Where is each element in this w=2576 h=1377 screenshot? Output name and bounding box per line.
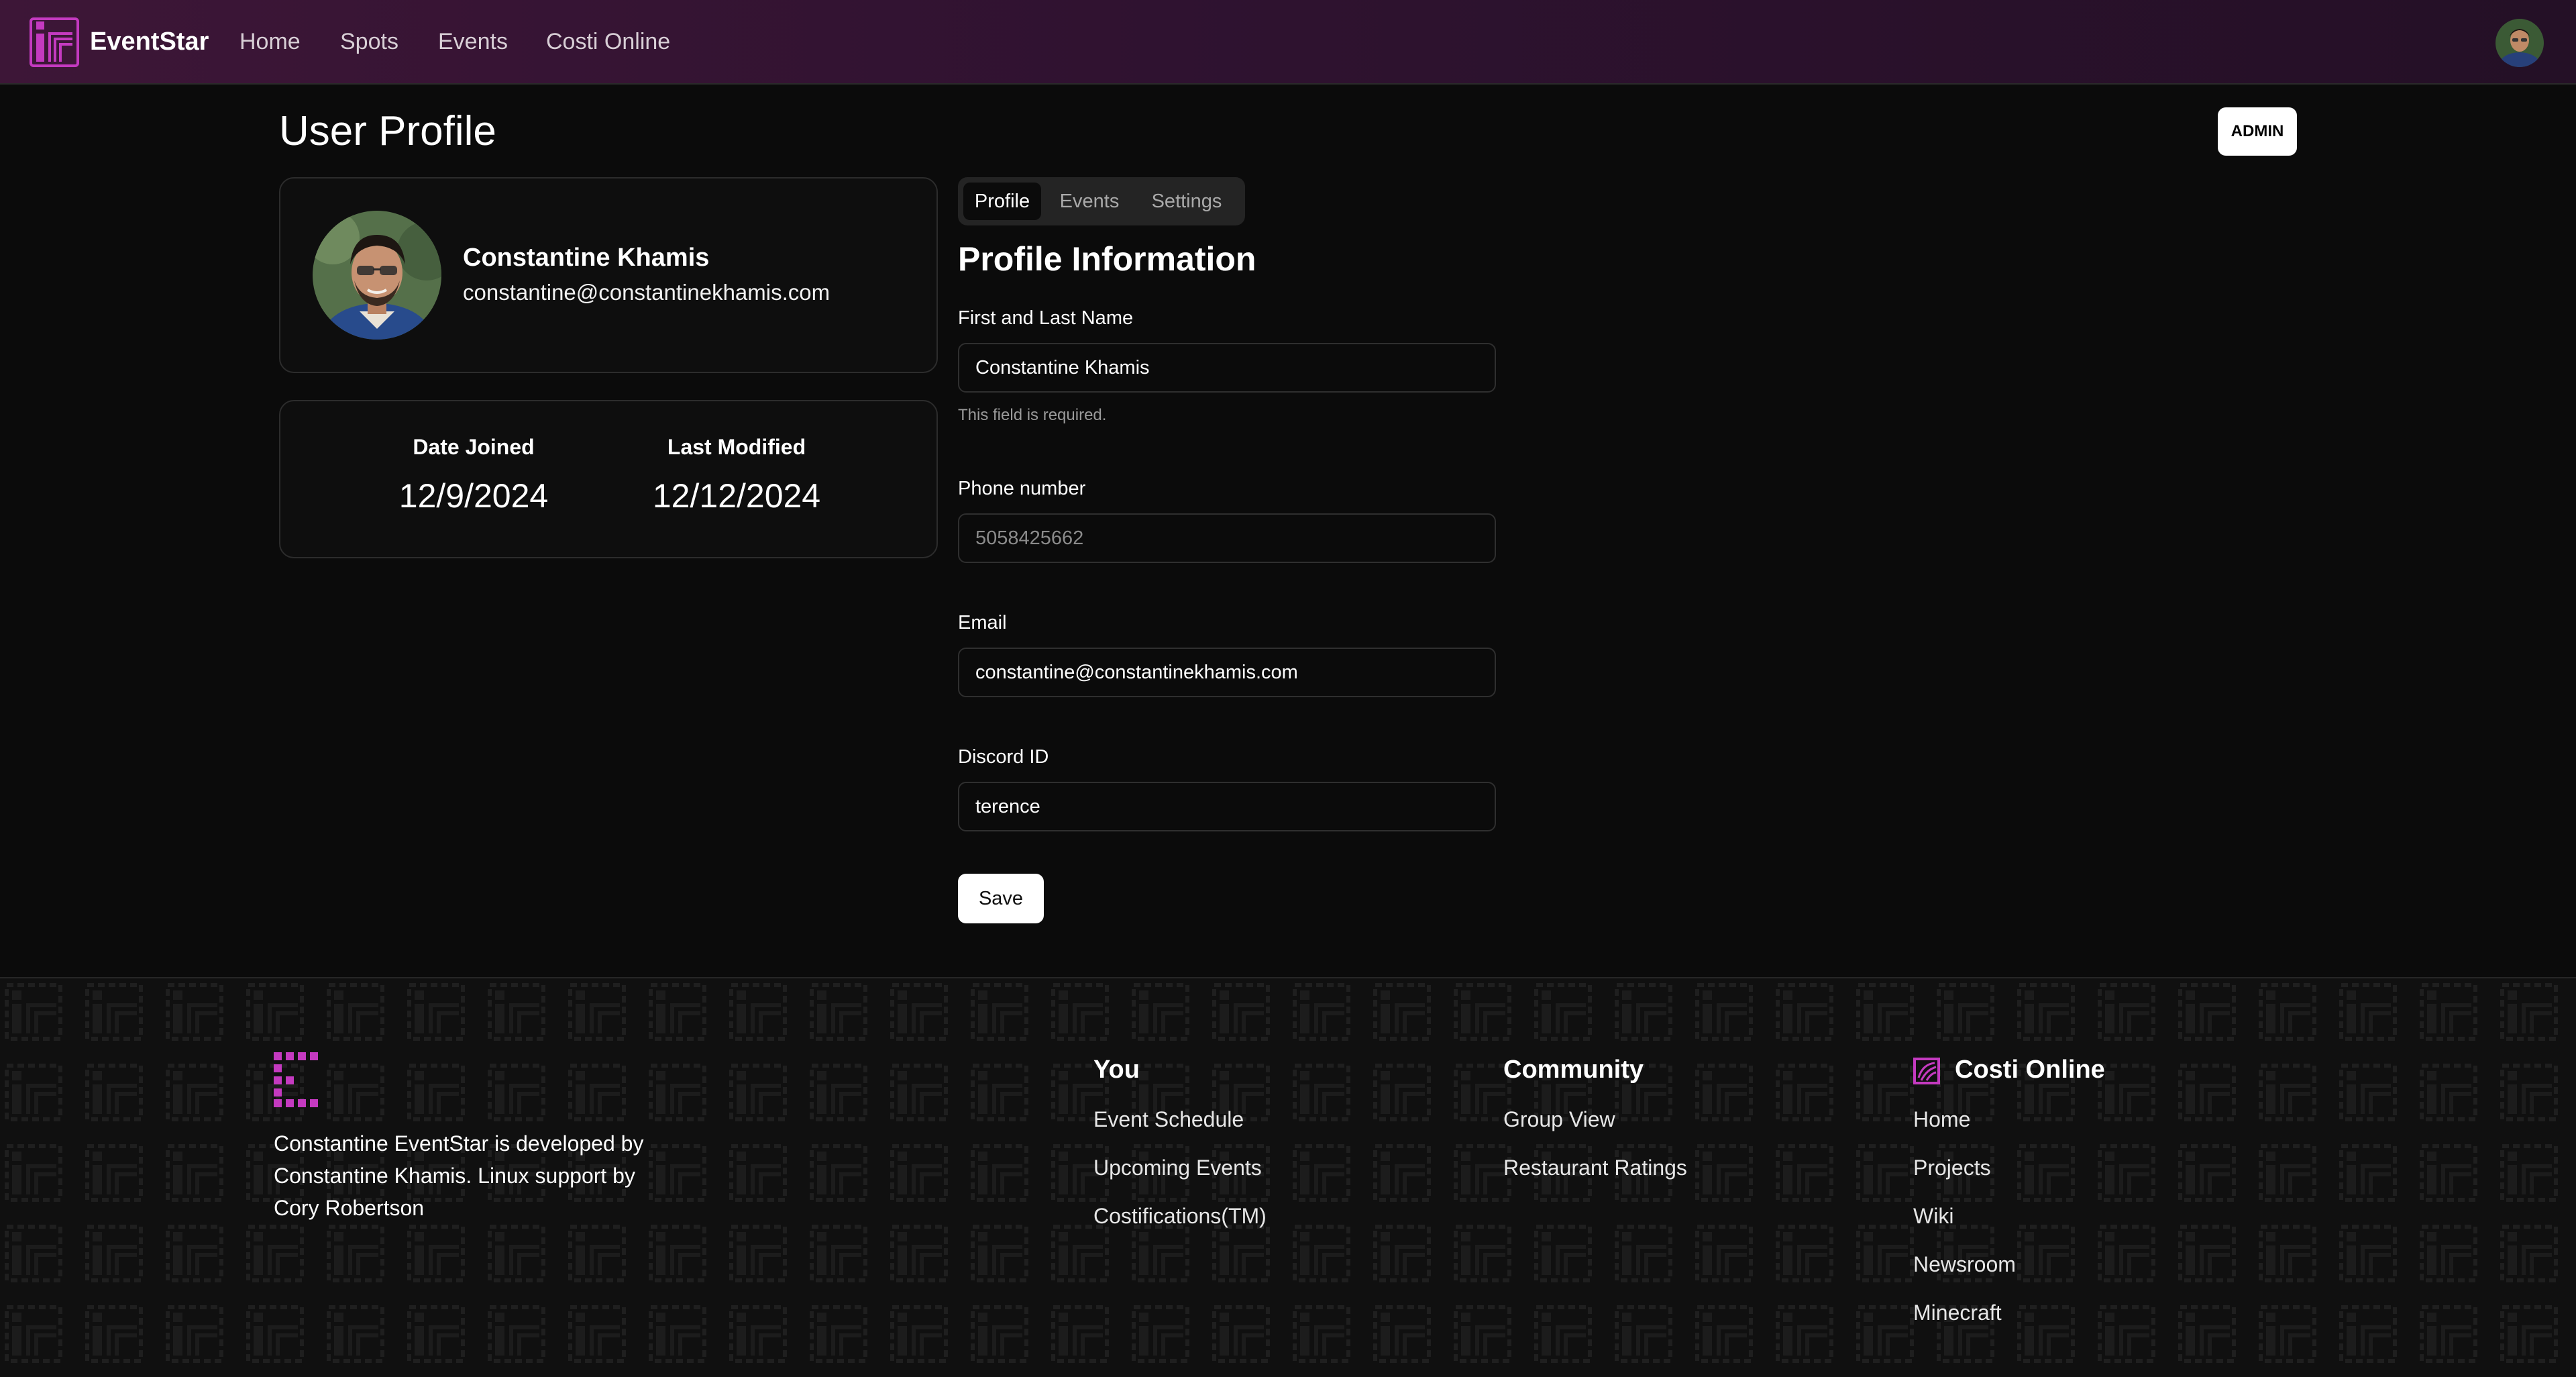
footer-link-projects[interactable]: Projects [1913, 1154, 1991, 1181]
footer-link-group-view[interactable]: Group View [1503, 1106, 1615, 1133]
user-avatar-icon[interactable] [2496, 19, 2544, 67]
footer-logo-icon [274, 1052, 318, 1107]
last-modified-value: 12/12/2024 [652, 477, 821, 515]
footer-link-newsroom[interactable]: Newsroom [1913, 1251, 2016, 1278]
nav-spots[interactable]: Spots [340, 27, 398, 56]
name-required-hint: This field is required. [958, 406, 1107, 424]
account-dates-card: Date Joined 12/9/2024 Last Modified 12/1… [279, 400, 938, 558]
footer-about-text: Constantine EventStar is developed by Co… [274, 1131, 644, 1220]
nav-home[interactable]: Home [239, 27, 301, 56]
footer-heading-costi-online: Costi Online [1955, 1056, 2105, 1084]
footer-link-costi-home[interactable]: Home [1913, 1106, 1970, 1133]
footer-link-restaurant-ratings[interactable]: Restaurant Ratings [1503, 1154, 1687, 1181]
site-footer: Constantine EventStar is developed by Co… [0, 977, 2576, 1377]
page-title: User Profile [279, 108, 496, 154]
costi-online-icon [1913, 1058, 1940, 1084]
last-modified: Last Modified 12/12/2024 [636, 434, 837, 515]
date-joined-value: 12/9/2024 [398, 477, 549, 515]
phone-input[interactable] [958, 513, 1496, 563]
brand-name[interactable]: EventStar [90, 26, 209, 58]
footer-heading-community: Community [1503, 1056, 1644, 1084]
profile-photo [313, 211, 441, 340]
user-email: constantine@constantinekhamis.com [463, 280, 830, 305]
date-joined-label: Date Joined [413, 435, 535, 459]
profile-summary-card: Constantine Khamis constantine@constanti… [279, 177, 938, 373]
user-full-name: Constantine Khamis [463, 244, 710, 272]
last-modified-label: Last Modified [667, 435, 806, 459]
footer-link-minecraft[interactable]: Minecraft [1913, 1299, 2002, 1326]
profile-tabs: Profile Events Settings [958, 177, 1245, 225]
discord-id-input[interactable] [958, 782, 1496, 831]
eventstar-logo-icon[interactable] [30, 17, 79, 67]
name-input[interactable] [958, 343, 1496, 393]
footer-link-event-schedule[interactable]: Event Schedule [1093, 1106, 1244, 1133]
admin-role-badge[interactable]: ADMIN [2218, 107, 2297, 156]
phone-field-label: Phone number [958, 478, 1086, 499]
name-field-label: First and Last Name [958, 307, 1134, 329]
footer-link-costifications[interactable]: Costifications(TM) [1093, 1203, 1267, 1229]
top-navigation-bar: EventStar Home Spots Events Costi Online [0, 0, 2576, 85]
save-button[interactable]: Save [958, 874, 1044, 923]
tab-events[interactable]: Events [1048, 183, 1131, 220]
date-joined: Date Joined 12/9/2024 [373, 434, 574, 515]
tab-settings[interactable]: Settings [1136, 183, 1237, 220]
email-field-label: Email [958, 612, 1007, 633]
nav-costi-online[interactable]: Costi Online [546, 27, 670, 56]
nav-events[interactable]: Events [438, 27, 508, 56]
footer-heading-you: You [1093, 1056, 1140, 1084]
discord-field-label: Discord ID [958, 746, 1049, 768]
tab-profile[interactable]: Profile [963, 183, 1041, 220]
footer-link-wiki[interactable]: Wiki [1913, 1203, 1953, 1229]
profile-information-heading: Profile Information [958, 240, 1256, 278]
footer-link-upcoming-events[interactable]: Upcoming Events [1093, 1154, 1262, 1181]
email-input[interactable] [958, 648, 1496, 697]
